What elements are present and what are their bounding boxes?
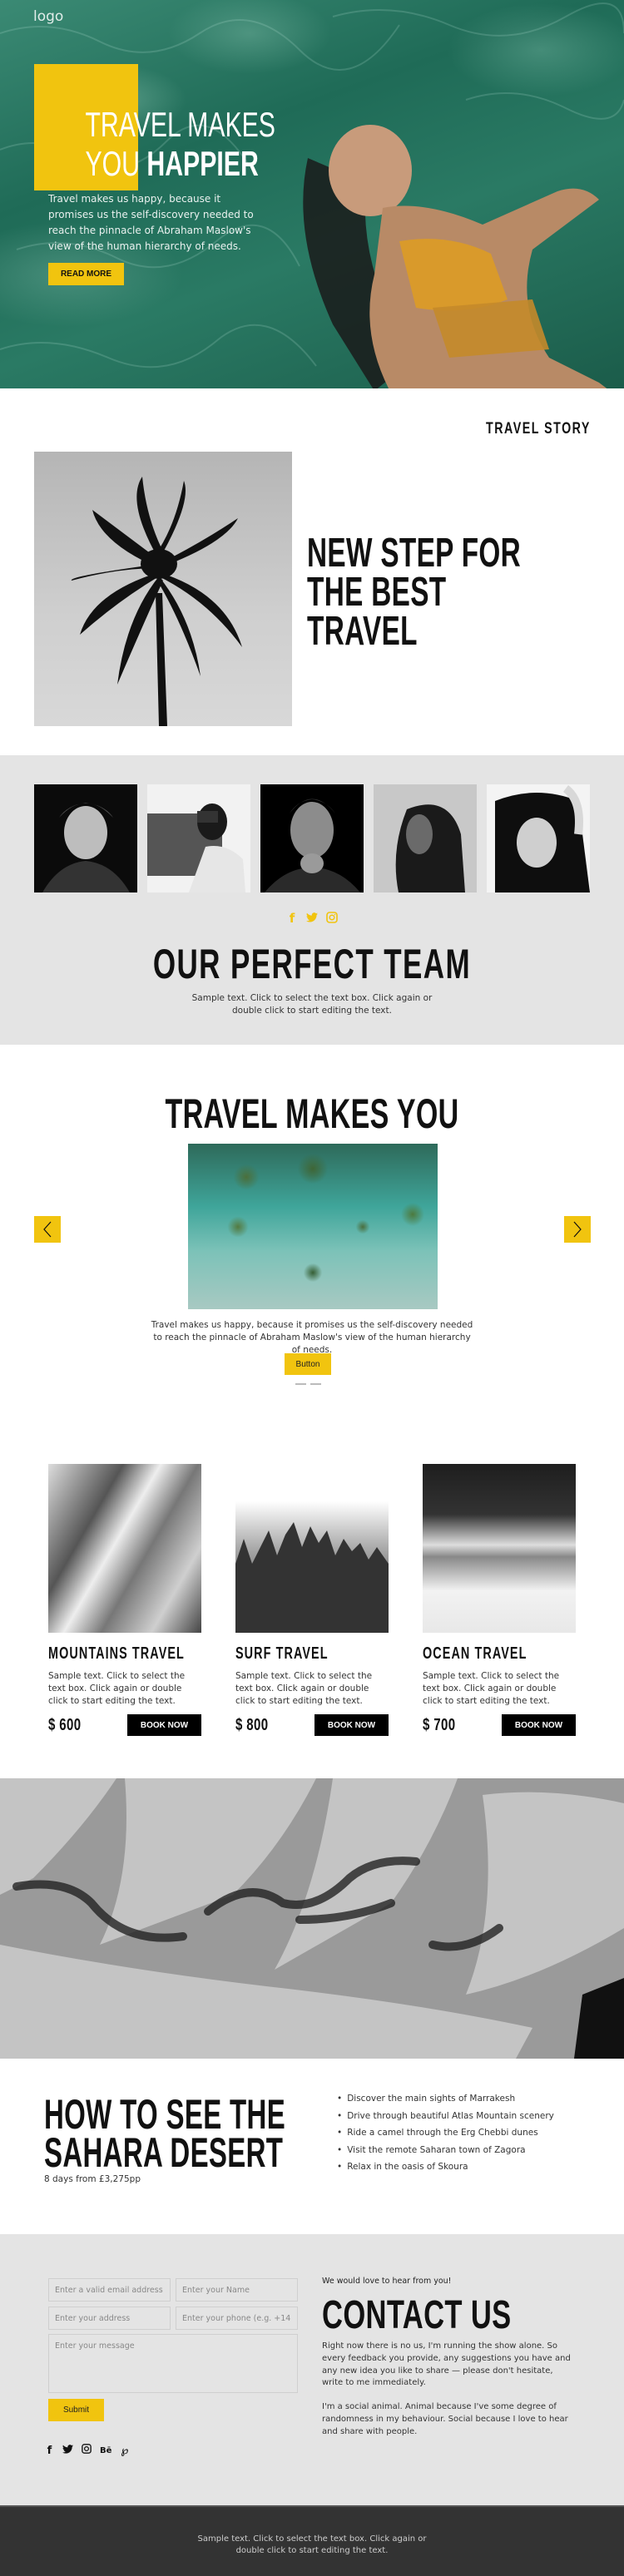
name-field[interactable] [176,2278,298,2302]
tour-price: $ 600 [48,1715,82,1734]
slider-image-reef [188,1144,438,1309]
tour-price: $ 800 [235,1715,269,1734]
contact-paragraph: Right now there is no us, I'm running th… [322,2341,571,2388]
sahara-heading-line: SAHARA DESERT [44,2129,284,2176]
book-now-button[interactable]: BOOK NOW [314,1714,389,1736]
chevron-right-icon [573,1221,582,1238]
tour-description: Sample text. Click to select the text bo… [423,1671,560,1706]
tour-price: $ 700 [423,1715,456,1734]
twitter-icon[interactable] [62,2444,73,2457]
read-more-button[interactable]: READ MORE [48,263,124,285]
list-item: Drive through beautiful Atlas Mountain s… [337,2108,554,2125]
contact-heading: CONTACT US [322,2293,512,2337]
team-member-photo [374,784,477,892]
hero-title-line-1: TRAVEL MAKES [85,105,275,144]
behance-icon[interactable]: Bē [100,2446,111,2455]
sahara-highlights-list: Discover the main sights of Marrakesh Dr… [337,2090,554,2176]
address-field[interactable] [48,2307,171,2330]
sahara-price: 8 days from £3,275pp [44,2174,141,2184]
slider-prev-button[interactable] [34,1216,61,1243]
list-item: Discover the main sights of Marrakesh [337,2090,554,2108]
slider-section: TRAVEL MAKES YOU HAPPIER Travel makes us… [0,1045,624,1402]
tour-card: SURF TRAVEL Sample text. Click to select… [235,1464,389,1736]
team-member-photo [34,784,137,892]
swimmer-photo [303,125,607,388]
team-description: Sample text. Click to select the text bo… [191,993,433,1016]
team-section: f OUR PERFECT TEAM Sample text. Click to… [0,755,624,1045]
tour-title: MOUNTAINS TRAVEL [48,1644,185,1663]
tour-card: OCEAN TRAVEL Sample text. Click to selec… [423,1464,576,1736]
sahara-heading-line: HOW TO SEE THE [44,2091,286,2138]
sahara-tour-section: HOW TO SEE THE SAHARA DESERT 8 days from… [0,2059,624,2234]
slider-next-button[interactable] [564,1216,591,1243]
tour-description: Sample text. Click to select the text bo… [235,1671,373,1706]
slider-text: Travel makes us happy, because it promis… [151,1320,473,1355]
tours-section: MOUNTAINS TRAVEL Sample text. Click to s… [0,1402,624,1778]
palm-tree-image [34,452,292,726]
story-heading-line: NEW STEP FOR [307,531,522,576]
instagram-icon[interactable] [326,912,338,925]
message-field[interactable] [48,2334,298,2393]
list-item: Visit the remote Saharan town of Zagora [337,2142,554,2159]
tour-card: MOUNTAINS TRAVEL Sample text. Click to s… [48,1464,201,1736]
email-field[interactable] [48,2278,171,2302]
team-member-photo [260,784,364,892]
team-member-photo [147,784,250,892]
submit-button[interactable]: Submit [48,2399,104,2421]
instagram-icon[interactable] [82,2444,92,2457]
story-heading-line: TRAVEL [307,609,418,654]
team-member-photo [487,784,590,892]
forest-image [235,1464,389,1633]
book-now-button[interactable]: BOOK NOW [502,1714,576,1736]
sahara-heading: HOW TO SEE THE SAHARA DESERT [44,2091,286,2176]
twitter-icon[interactable] [306,912,318,925]
canyon-image [48,1464,201,1633]
tour-description: Sample text. Click to select the text bo… [48,1671,186,1706]
phone-field[interactable] [176,2307,298,2330]
logo[interactable]: logo [33,8,63,25]
hero-title: TRAVEL MAKES YOU HAPPIER [85,105,275,183]
tour-title: OCEAN TRAVEL [423,1644,527,1663]
slider-indicator[interactable] [295,1383,306,1385]
footer-text: Sample text. Click to select the text bo… [197,2534,427,2555]
pinterest-icon[interactable]: ℘ [120,2445,129,2457]
team-social-links: f [0,912,624,925]
contact-kicker: We would love to hear from you! [322,2277,452,2286]
hero-title-line-2-light: YOU [85,144,147,183]
book-now-button[interactable]: BOOK NOW [127,1714,201,1736]
hero-text: Travel makes us happy, because it promis… [48,193,254,252]
contact-section: Submit f Bē ℘ We would love to hear from… [0,2234,624,2505]
team-heading: OUR PERFECT TEAM [152,941,472,987]
ocean-waves-image [423,1464,576,1633]
chevron-left-icon [43,1221,52,1238]
travel-story-section: TRAVEL STORY NEW STEP FOR THE BEST TRAVE… [0,388,624,755]
list-item: Relax in the oasis of Skoura [337,2158,554,2176]
facebook-icon[interactable]: f [286,912,298,925]
list-item: Ride a camel through the Erg Chebbi dune… [337,2124,554,2142]
tour-title: SURF TRAVEL [235,1644,329,1663]
footer: Sample text. Click to select the text bo… [0,2505,624,2576]
contact-social-links: f Bē ℘ [45,2444,129,2457]
section-label: TRAVEL STORY [486,420,591,438]
story-heading-line: THE BEST [307,570,447,615]
slider-indicator[interactable] [310,1383,321,1385]
slider-indicators [295,1383,321,1385]
story-heading: NEW STEP FOR THE BEST TRAVEL [307,531,522,654]
contact-paragraph: I'm a social animal. Animal because I've… [322,2402,568,2436]
hero-section: logo TRAVEL MAKES YOU HAPPIER Travel mak… [0,0,624,388]
hero-title-line-2-bold: HAPPIER [146,144,259,183]
sand-dunes-image [0,1778,624,2059]
slider-button[interactable]: Button [285,1353,331,1375]
facebook-icon[interactable]: f [45,2445,54,2457]
